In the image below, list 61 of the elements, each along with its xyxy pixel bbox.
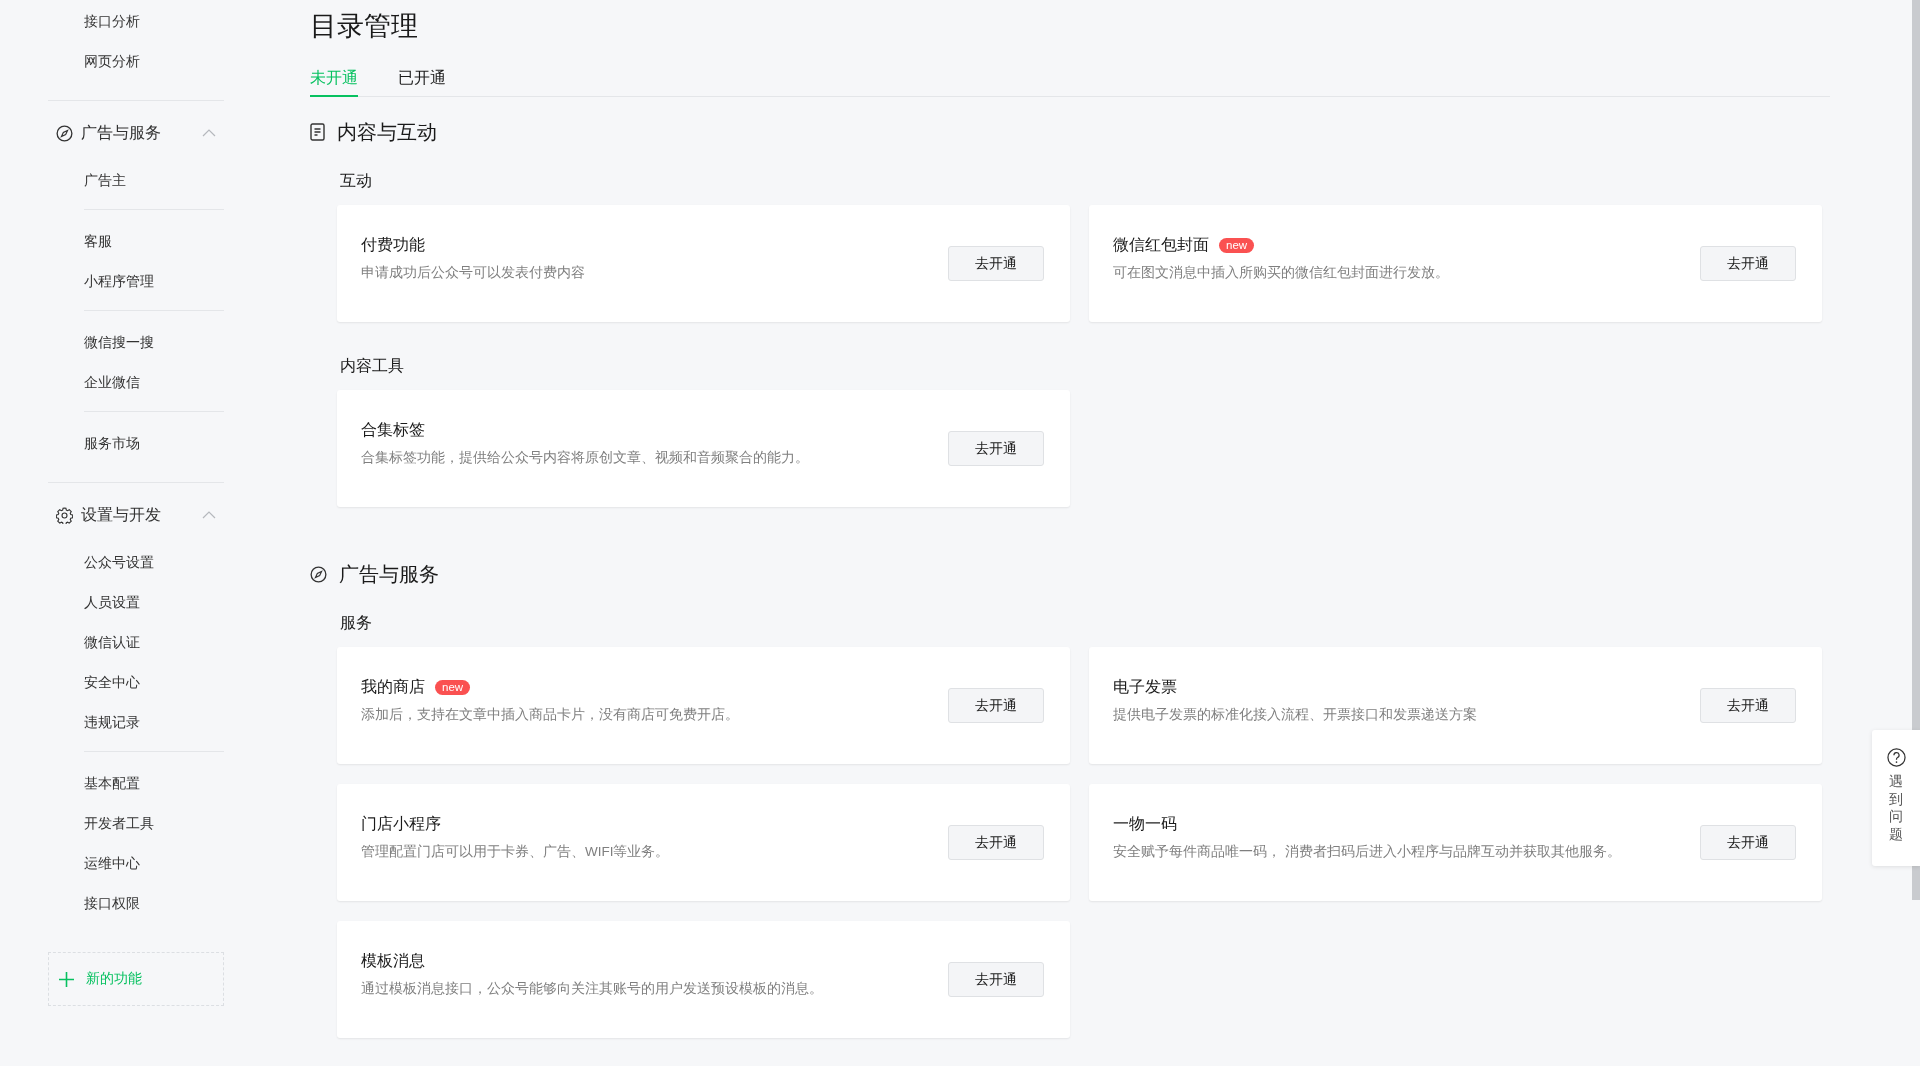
- section-title: 内容与互动: [337, 119, 437, 145]
- card-description: 提供电子发票的标准化接入流程、开票接口和发票递送方案: [1113, 706, 1478, 724]
- card-title: 付费功能: [361, 235, 425, 255]
- sidebar-item[interactable]: 广告主: [84, 161, 126, 201]
- card-title: 微信红包封面: [1113, 235, 1209, 255]
- card-description: 管理配置门店可以用于卡券、广告、WIFI等业务。: [361, 843, 671, 861]
- sidebar-item[interactable]: 运维中心: [84, 844, 140, 884]
- new-badge: new: [435, 680, 471, 695]
- sidebar-item[interactable]: 网页分析: [84, 42, 140, 82]
- card-description: 合集标签功能，提供给公众号内容将原创文章、视频和音频聚合的能力。: [361, 449, 810, 467]
- settings-icon: [56, 506, 73, 524]
- card-description: 安全赋予每件商品唯一码， 消费者扫码后进入小程序与品牌互动并获取其他服务。: [1113, 843, 1622, 861]
- sidebar-section-title[interactable]: 设置与开发: [81, 504, 194, 526]
- card-title: 合集标签: [361, 420, 425, 440]
- sidebar-item[interactable]: 开发者工具: [84, 804, 154, 844]
- page-title: 目录管理: [310, 10, 418, 43]
- sidebar-item[interactable]: 安全中心: [84, 663, 140, 703]
- open-button[interactable]: 去开通: [1700, 825, 1796, 860]
- group-title: 互动: [340, 171, 372, 191]
- open-button[interactable]: 去开通: [948, 431, 1044, 466]
- card-title: 门店小程序: [361, 814, 441, 834]
- card-description: 可在图文消息中插入所购买的微信红包封面进行发放。: [1113, 264, 1450, 282]
- group-title: 服务: [340, 613, 372, 633]
- question-icon: [1886, 748, 1906, 767]
- sidebar-item[interactable]: 基本配置: [84, 764, 140, 804]
- card-description: 添加后，支持在文章中插入商品卡片，没有商店可免费开店。: [361, 706, 740, 724]
- sidebar-item[interactable]: 接口权限: [84, 884, 140, 924]
- compass-icon: [310, 565, 327, 583]
- group-title: 内容工具: [340, 356, 404, 376]
- chevron-up-icon[interactable]: [202, 511, 216, 519]
- sidebar-item[interactable]: 服务市场: [84, 424, 140, 464]
- section-title: 广告与服务: [339, 561, 439, 587]
- plus-icon: [59, 971, 74, 987]
- sidebar-section-title[interactable]: 广告与服务: [81, 122, 194, 144]
- open-button[interactable]: 去开通: [948, 825, 1044, 860]
- card-title: 一物一码: [1113, 814, 1177, 834]
- open-button[interactable]: 去开通: [1700, 688, 1796, 723]
- new-badge: new: [1219, 238, 1255, 253]
- card-title: 电子发票: [1113, 677, 1177, 697]
- compass-icon: [56, 124, 73, 142]
- sidebar-item[interactable]: 微信搜一搜: [84, 323, 154, 363]
- chevron-up-icon[interactable]: [202, 129, 216, 137]
- sidebar-item[interactable]: 客服: [84, 222, 112, 262]
- sidebar-item[interactable]: 企业微信: [84, 363, 140, 403]
- sidebar-item[interactable]: 公众号设置: [84, 543, 154, 583]
- open-button[interactable]: 去开通: [948, 688, 1044, 723]
- sidebar-item[interactable]: 接口分析: [84, 2, 140, 42]
- sidebar-item[interactable]: 微信认证: [84, 623, 140, 663]
- card-description: 通过模板消息接口，公众号能够向关注其账号的用户发送预设模板的消息。: [361, 980, 824, 998]
- card-title: 我的商店: [361, 677, 425, 697]
- tab[interactable]: 已开通: [398, 68, 446, 97]
- help-button[interactable]: 遇到问题: [1872, 730, 1920, 866]
- open-button[interactable]: 去开通: [948, 962, 1044, 997]
- card-title: 模板消息: [361, 951, 425, 971]
- open-button[interactable]: 去开通: [1700, 246, 1796, 281]
- document-icon: [310, 123, 325, 141]
- open-button[interactable]: 去开通: [948, 246, 1044, 281]
- sidebar-item[interactable]: 小程序管理: [84, 262, 154, 302]
- sidebar-item[interactable]: 人员设置: [84, 583, 140, 623]
- sidebar-item[interactable]: 违规记录: [84, 703, 140, 743]
- card-description: 申请成功后公众号可以发表付费内容: [361, 264, 586, 282]
